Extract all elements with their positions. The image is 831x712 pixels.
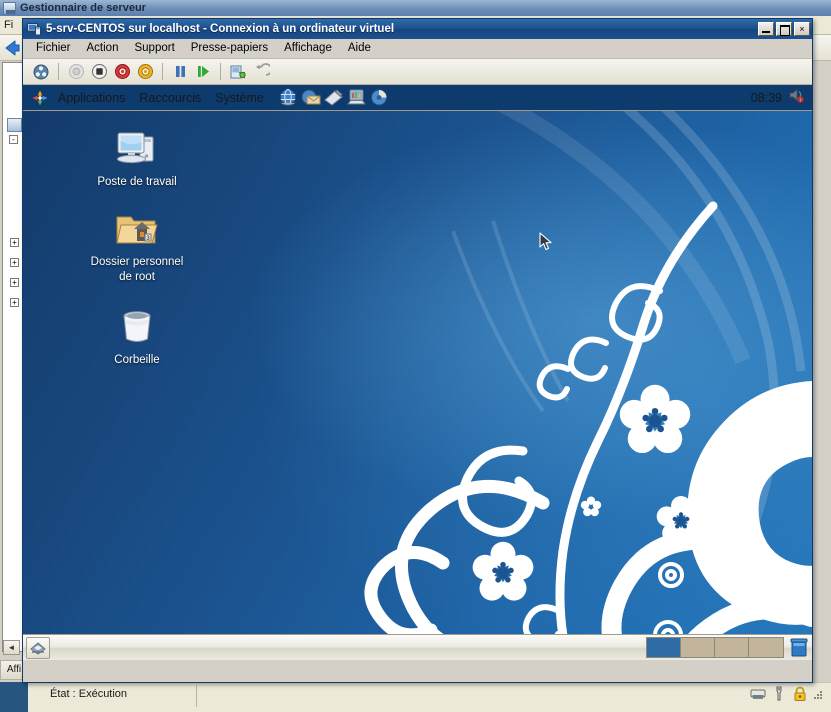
workspace-switcher[interactable] <box>646 637 784 658</box>
show-desktop-button[interactable] <box>26 636 50 659</box>
statusbar-left-block <box>0 682 28 712</box>
menu-affichage[interactable]: Affichage <box>276 40 340 57</box>
lock-icon[interactable] <box>792 686 808 702</box>
home-folder-icon: 3 <box>53 203 221 251</box>
revert-button[interactable] <box>251 62 271 82</box>
desktop-icon-label-line2: de root <box>119 271 155 283</box>
workspace-3[interactable] <box>715 638 749 657</box>
trash-applet-icon <box>790 638 808 656</box>
tools-icon[interactable] <box>771 686 787 702</box>
email-launcher[interactable] <box>300 87 322 109</box>
panel-right-area[interactable]: 08:39 ! <box>751 86 808 109</box>
trash-icon <box>83 301 191 349</box>
toolbar-separator <box>162 63 163 80</box>
gnome-top-panel[interactable]: Applications Raccourcis Système 08:39 ! <box>23 85 812 111</box>
tree-root-icon <box>7 118 22 132</box>
statusbar-separator <box>196 685 197 707</box>
desktop-icon-trash[interactable]: Corbeille <box>83 301 191 368</box>
turn-off-button[interactable] <box>89 62 109 82</box>
computer-icon <box>83 123 191 171</box>
tree-expand-node[interactable]: + <box>10 298 19 307</box>
impress-launcher[interactable] <box>346 87 368 109</box>
vm-window-title: 5-srv-CENTOS sur localhost - Connexion à… <box>46 23 395 35</box>
tree-collapse-node[interactable]: - <box>9 135 18 144</box>
panel-launchers[interactable] <box>277 87 391 109</box>
desktop-icon-label-line1: Dossier personnel <box>90 256 184 268</box>
virtual-machine-icon <box>27 22 41 36</box>
gnome-menu-raccourcis[interactable]: Raccourcis <box>132 89 208 107</box>
gnome-menu-systeme[interactable]: Système <box>208 89 271 107</box>
workspace-4[interactable] <box>749 638 783 657</box>
trash-applet[interactable] <box>789 637 809 659</box>
start-button[interactable] <box>66 62 86 82</box>
maximize-button[interactable] <box>776 22 792 36</box>
volume-icon[interactable]: ! <box>787 86 805 109</box>
desktop-icon-label: Dossier personnel de root <box>53 255 221 285</box>
toolbar-separator <box>220 63 221 80</box>
desktop-icon-label: Poste de travail <box>97 176 177 188</box>
back-arrow-icon[interactable] <box>1 38 23 58</box>
network-icon[interactable] <box>750 686 766 702</box>
vm-guest-screen[interactable]: Applications Raccourcis Système 08:39 ! … <box>23 85 812 660</box>
wallpaper-floral-pattern <box>364 111 812 660</box>
close-icon: × <box>799 24 805 34</box>
snapshot-button[interactable] <box>228 62 248 82</box>
tree-scroll-left-button[interactable]: ◄ <box>3 640 20 655</box>
server-manager-titlebar[interactable]: Gestionnaire de serveur <box>0 0 831 16</box>
server-manager-title: Gestionnaire de serveur <box>20 2 146 14</box>
desktop-icon-home[interactable]: 3 Dossier personnel de root <box>53 203 221 285</box>
desktop-icon-label: Corbeille <box>114 354 160 366</box>
ctrl-alt-del-button[interactable] <box>31 62 51 82</box>
show-desktop-icon <box>30 641 46 655</box>
panel-clock[interactable]: 08:39 <box>751 91 782 105</box>
gnome-menu-applications[interactable]: Applications <box>51 89 132 107</box>
minimize-button[interactable] <box>758 22 774 36</box>
mouse-cursor <box>539 232 553 252</box>
writer-launcher[interactable] <box>323 87 345 109</box>
menu-aide[interactable]: Aide <box>340 40 379 57</box>
calc-launcher[interactable] <box>369 87 391 109</box>
resume-button[interactable] <box>193 62 213 82</box>
close-button[interactable]: × <box>794 22 810 36</box>
tree-expand-node[interactable]: + <box>10 258 19 267</box>
server-manager-menu-item[interactable]: Fi <box>4 19 13 31</box>
resize-grip[interactable] <box>813 688 823 700</box>
server-manager-icon <box>3 1 16 15</box>
shut-down-button[interactable] <box>112 62 132 82</box>
status-text: État : Exécution <box>50 688 128 700</box>
vm-window-buttons[interactable]: × <box>758 22 810 36</box>
save-state-button[interactable] <box>135 62 155 82</box>
workspace-1[interactable] <box>647 638 681 657</box>
menu-presse-papiers[interactable]: Presse-papiers <box>183 40 276 57</box>
menu-action[interactable]: Action <box>79 40 127 57</box>
vm-menubar[interactable]: Fichier Action Support Presse-papiers Af… <box>23 39 812 59</box>
desktop-wallpaper[interactable]: Poste de travail 3 Dossier personnel de … <box>23 111 812 660</box>
toolbar-separator <box>58 63 59 80</box>
window-list[interactable] <box>54 637 642 659</box>
svg-text:!: ! <box>800 97 801 102</box>
tree-expand-node[interactable]: + <box>10 238 19 247</box>
gnome-bottom-panel[interactable] <box>23 634 812 660</box>
workspace-2[interactable] <box>681 638 715 657</box>
desktop-icon-computer[interactable]: Poste de travail <box>83 123 191 190</box>
menu-fichier[interactable]: Fichier <box>28 40 79 57</box>
vm-toolbar[interactable] <box>23 59 812 85</box>
web-browser-launcher[interactable] <box>277 87 299 109</box>
statusbar-icons <box>750 686 823 702</box>
tree-expand-node[interactable]: + <box>10 278 19 287</box>
vm-titlebar[interactable]: 5-srv-CENTOS sur localhost - Connexion à… <box>23 19 812 39</box>
vm-connection-window[interactable]: 5-srv-CENTOS sur localhost - Connexion à… <box>22 18 813 683</box>
pause-button[interactable] <box>170 62 190 82</box>
gnome-footprint-icon[interactable] <box>31 89 49 107</box>
menu-support[interactable]: Support <box>126 40 182 57</box>
